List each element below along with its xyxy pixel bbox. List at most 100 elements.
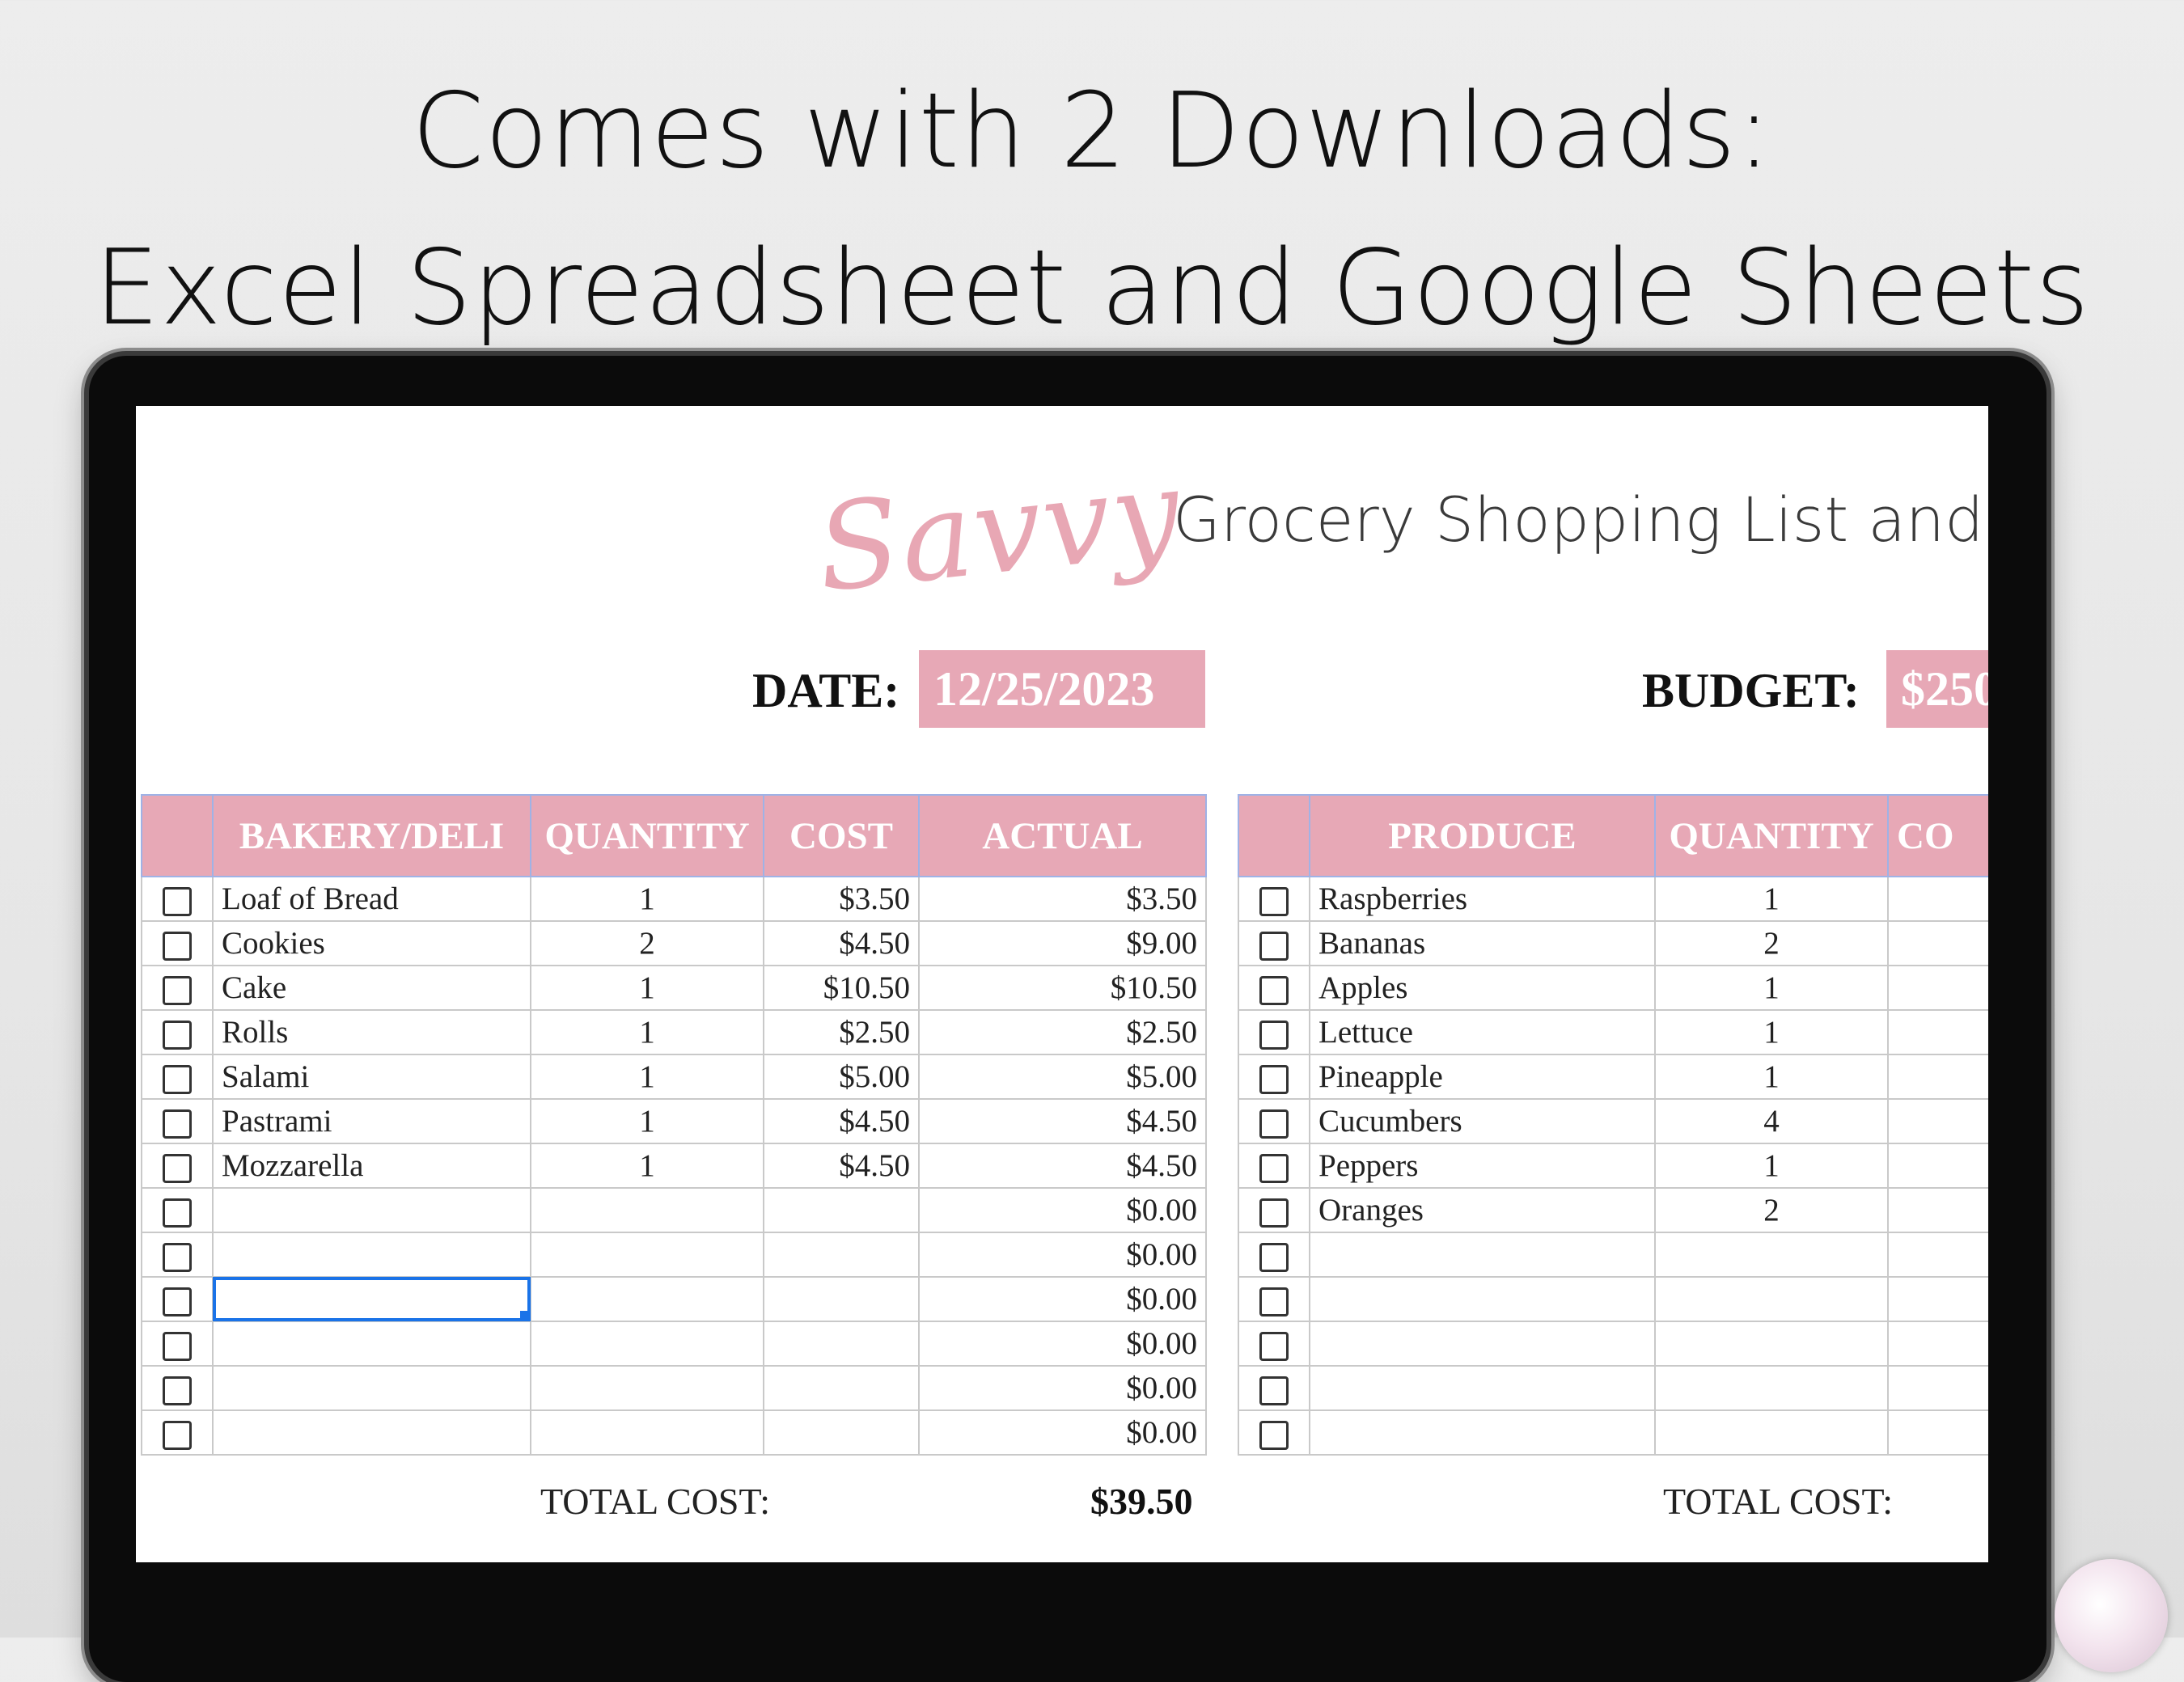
checkbox-cell[interactable] [1238, 920, 1310, 966]
item-cell[interactable] [1309, 1321, 1656, 1367]
checkbox[interactable] [1259, 976, 1289, 1006]
date-value-cell[interactable]: 12/25/2023 [919, 650, 1205, 728]
cost-cell[interactable] [763, 1321, 920, 1367]
checkbox-cell[interactable] [1238, 1054, 1310, 1100]
cost-cell[interactable] [1887, 1054, 1988, 1100]
cost-cell[interactable]: $3.50 [763, 876, 920, 922]
checkbox[interactable] [1259, 887, 1289, 917]
actual-cell[interactable]: $0.00 [918, 1187, 1207, 1233]
quantity-cell[interactable]: 1 [530, 1143, 764, 1189]
actual-cell[interactable]: $9.00 [918, 920, 1207, 966]
checkbox[interactable] [163, 1109, 192, 1139]
cost-cell[interactable] [1887, 1409, 1988, 1456]
checkbox[interactable] [163, 1421, 192, 1451]
item-cell[interactable]: Raspberries [1309, 876, 1656, 922]
quantity-cell[interactable]: 1 [530, 876, 764, 922]
checkbox[interactable] [1259, 1021, 1289, 1050]
checkbox[interactable] [163, 932, 192, 961]
cost-cell[interactable]: $4.50 [763, 1143, 920, 1189]
item-cell[interactable]: Pineapple [1309, 1054, 1656, 1100]
actual-cell[interactable]: $0.00 [918, 1232, 1207, 1278]
actual-cell[interactable]: $0.00 [918, 1321, 1207, 1367]
cost-cell[interactable]: $2.50 [763, 1009, 920, 1055]
quantity-cell[interactable]: 1 [1654, 1143, 1889, 1189]
checkbox-cell[interactable] [1238, 876, 1310, 922]
quantity-cell[interactable] [1654, 1409, 1889, 1456]
checkbox-cell[interactable] [141, 1365, 214, 1411]
checkbox[interactable] [163, 976, 192, 1006]
checkbox-cell[interactable] [141, 1409, 214, 1456]
quantity-cell[interactable]: 1 [530, 1098, 764, 1144]
quantity-cell[interactable]: 1 [1654, 1009, 1889, 1055]
checkbox[interactable] [1259, 1421, 1289, 1451]
item-cell[interactable]: Peppers [1309, 1143, 1656, 1189]
checkbox-cell[interactable] [1238, 1232, 1310, 1278]
quantity-cell[interactable]: 1 [530, 965, 764, 1011]
quantity-cell[interactable] [1654, 1365, 1889, 1411]
checkbox-cell[interactable] [1238, 1143, 1310, 1189]
quantity-cell[interactable]: 1 [530, 1054, 764, 1100]
quantity-cell[interactable] [530, 1187, 764, 1233]
cost-cell[interactable]: $4.50 [763, 920, 920, 966]
cost-cell[interactable] [1887, 1009, 1988, 1055]
checkbox-cell[interactable] [141, 1187, 214, 1233]
item-cell[interactable]: Rolls [212, 1009, 531, 1055]
checkbox[interactable] [163, 1376, 192, 1406]
checkbox-cell[interactable] [1238, 1365, 1310, 1411]
item-cell[interactable]: Loaf of Bread [212, 876, 531, 922]
checkbox-cell[interactable] [141, 1143, 214, 1189]
item-cell[interactable] [1309, 1276, 1656, 1322]
quantity-cell[interactable]: 1 [1654, 876, 1889, 922]
cost-cell[interactable]: $5.00 [763, 1054, 920, 1100]
cost-cell[interactable] [1887, 965, 1988, 1011]
checkbox-cell[interactable] [141, 1276, 214, 1322]
cost-cell[interactable] [1887, 1143, 1988, 1189]
cost-cell[interactable] [763, 1187, 920, 1233]
quantity-cell[interactable]: 1 [1654, 1054, 1889, 1100]
checkbox-cell[interactable] [1238, 1009, 1310, 1055]
item-cell[interactable]: Lettuce [1309, 1009, 1656, 1055]
item-cell[interactable]: Oranges [1309, 1187, 1656, 1233]
selection-fill-handle[interactable] [520, 1311, 529, 1320]
item-cell[interactable]: Cucumbers [1309, 1098, 1656, 1144]
item-cell[interactable]: Salami [212, 1054, 531, 1100]
cost-cell[interactable] [763, 1365, 920, 1411]
checkbox-cell[interactable] [1238, 1409, 1310, 1456]
quantity-cell[interactable]: 4 [1654, 1098, 1889, 1144]
actual-cell[interactable]: $0.00 [918, 1409, 1207, 1456]
quantity-cell[interactable] [530, 1409, 764, 1456]
actual-cell[interactable]: $0.00 [918, 1365, 1207, 1411]
quantity-cell[interactable] [1654, 1276, 1889, 1322]
quantity-cell[interactable] [530, 1276, 764, 1322]
cost-cell[interactable] [1887, 920, 1988, 966]
checkbox[interactable] [1259, 1065, 1289, 1095]
quantity-cell[interactable] [1654, 1321, 1889, 1367]
quantity-cell[interactable]: 2 [1654, 920, 1889, 966]
cost-cell[interactable] [1887, 1276, 1988, 1322]
cost-cell[interactable]: $4.50 [763, 1098, 920, 1144]
checkbox[interactable] [163, 1065, 192, 1095]
checkbox[interactable] [163, 1198, 192, 1228]
actual-cell[interactable]: $10.50 [918, 965, 1207, 1011]
item-cell[interactable] [1309, 1409, 1656, 1456]
cost-cell[interactable]: $10.50 [763, 965, 920, 1011]
checkbox-cell[interactable] [1238, 1098, 1310, 1144]
quantity-cell[interactable] [530, 1365, 764, 1411]
checkbox-cell[interactable] [141, 1232, 214, 1278]
actual-cell[interactable]: $4.50 [918, 1143, 1207, 1189]
actual-cell[interactable]: $0.00 [918, 1276, 1207, 1322]
checkbox-cell[interactable] [141, 876, 214, 922]
checkbox[interactable] [163, 887, 192, 917]
checkbox[interactable] [1259, 1287, 1289, 1317]
checkbox[interactable] [1259, 1376, 1289, 1406]
checkbox[interactable] [1259, 1243, 1289, 1273]
checkbox[interactable] [163, 1243, 192, 1273]
cost-cell[interactable] [1887, 876, 1988, 922]
checkbox-cell[interactable] [1238, 1276, 1310, 1322]
checkbox-cell[interactable] [141, 1098, 214, 1144]
item-cell[interactable] [1309, 1232, 1656, 1278]
checkbox[interactable] [1259, 1154, 1289, 1184]
checkbox[interactable] [163, 1332, 192, 1362]
item-cell[interactable] [212, 1321, 531, 1367]
item-cell[interactable]: Cookies [212, 920, 531, 966]
